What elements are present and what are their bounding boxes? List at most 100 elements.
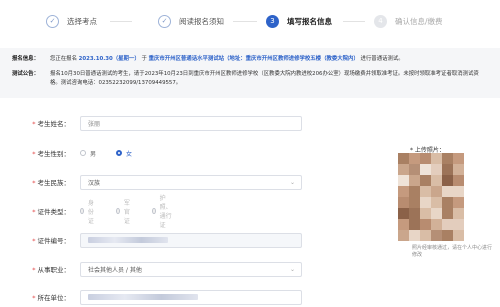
photo-mosaic-tile (453, 175, 464, 186)
photo-mosaic-tile (398, 230, 409, 241)
info-mid: 于 (139, 56, 149, 62)
idtype-label: * 证件类型： (32, 208, 70, 216)
photo-mosaic-tile (398, 186, 409, 197)
test-announcement: 测试公告： 报名10月30日普通话测试的考生，请于2023年10月23日到重庆市… (12, 70, 488, 90)
photo-mosaic-tile (409, 153, 420, 164)
photo-mosaic-tile (420, 153, 431, 164)
chevron-down-icon: ⌄ (289, 178, 295, 186)
step-divider (233, 21, 257, 22)
photo-mosaic-tile (398, 175, 409, 186)
gender-male-radio[interactable]: 男 (80, 149, 96, 158)
gender-female-radio[interactable]: 女 (116, 149, 132, 158)
step-label: 选择考点 (67, 16, 97, 26)
photo-mosaic-tile (453, 164, 464, 175)
info-text: 您正在报名 2023.10.30（星期一） 于 重庆市开州区普通话水平测试站（地… (50, 55, 488, 64)
ethnic-label: * 考生民族： (32, 179, 70, 187)
check-icon: ✓ (46, 14, 59, 28)
idnum-input[interactable] (80, 232, 302, 248)
info-key: 报名信息： (12, 56, 39, 62)
photo-mosaic-tile (442, 197, 453, 208)
photo-mosaic-tile (431, 197, 442, 208)
photo-mosaic-tile (398, 197, 409, 208)
photo-mosaic-tile (442, 164, 453, 175)
step-number: 4 (374, 14, 387, 28)
idtype-idcard-radio[interactable]: 身份证 (80, 198, 96, 225)
idnum-label: * 证件编号： (32, 237, 70, 245)
chevron-down-icon: ⌄ (289, 265, 295, 273)
name-input[interactable]: 张丽 (80, 115, 302, 131)
unit-label: * 所在单位： (32, 294, 70, 302)
photo-mosaic-tile (409, 208, 420, 219)
photo-mosaic-tile (420, 197, 431, 208)
photo-mosaic-tile (442, 186, 453, 197)
photo-mosaic-tile (453, 197, 464, 208)
idtype-passport-radio[interactable]: 护照、通行证 (152, 193, 174, 229)
photo-mosaic-tile (420, 230, 431, 241)
photo-mosaic-tile (431, 208, 442, 219)
photo-mosaic-tile (398, 208, 409, 219)
photo-mosaic-tile (398, 153, 409, 164)
uploaded-photo[interactable] (398, 153, 464, 241)
name-label: * 考生姓名： (32, 120, 70, 128)
info-pre: 您正在报名 (50, 56, 79, 62)
step-label: 确认信息/缴费 (395, 16, 443, 26)
redacted-value (88, 294, 198, 300)
photo-mosaic-tile (431, 186, 442, 197)
photo-mosaic-tile (431, 230, 442, 241)
notice-panel: 报名信息： 您正在报名 2023.10.30（星期一） 于 重庆市开州区普通话水… (0, 48, 500, 98)
test-site: 重庆市开州区普通话水平测试站（地址：重庆市开州区教师进修学校五楼（教委大院内） (148, 56, 359, 62)
idtype-radio-group: 身份证 军官证 护照、通行证 (80, 193, 194, 229)
photo-mosaic-tile (453, 230, 464, 241)
photo-mosaic-tile (453, 219, 464, 230)
job-label: * 从事职业： (32, 266, 70, 274)
photo-mosaic-tile (409, 164, 420, 175)
photo-mosaic-tile (453, 208, 464, 219)
step-divider (110, 21, 132, 22)
photo-mosaic-tile (409, 197, 420, 208)
announce-key: 测试公告： (12, 71, 39, 77)
registration-info: 报名信息： 您正在报名 2023.10.30（星期一） 于 重庆市开州区普通话水… (12, 55, 488, 64)
progress-steps: ✓ 选择考点 ✓ 阅读报名须知 3 填写报名信息 4 确认信息/缴费 (0, 0, 500, 40)
ethnic-select[interactable]: 汉族 ⌄ (80, 174, 302, 190)
photo-mosaic-tile (431, 164, 442, 175)
step-confirm-pay: 4 确认信息/缴费 (374, 12, 443, 30)
photo-mosaic-tile (409, 219, 420, 230)
photo-mosaic-tile (442, 230, 453, 241)
step-divider (343, 21, 365, 22)
photo-mosaic-tile (420, 186, 431, 197)
idtype-officer-radio[interactable]: 军官证 (116, 198, 132, 225)
photo-mosaic-tile (442, 153, 453, 164)
photo-mosaic-tile (442, 219, 453, 230)
photo-mosaic-tile (431, 153, 442, 164)
photo-mosaic-tile (420, 164, 431, 175)
step-label: 填写报名信息 (287, 16, 332, 26)
check-icon: ✓ (158, 14, 171, 28)
photo-mosaic-tile (409, 230, 420, 241)
photo-mosaic-tile (420, 219, 431, 230)
announce-text: 报名10月30日普通话测试的考生，请于2023年10月23日到重庆市开州区教师进… (50, 71, 479, 86)
photo-mosaic-tile (453, 186, 464, 197)
photo-mosaic-tile (431, 219, 442, 230)
test-date: 2023.10.30（星期一） (78, 56, 140, 62)
photo-mosaic-tile (409, 186, 420, 197)
info-post: 进行普通话测试。 (358, 56, 404, 62)
step-number: 3 (266, 14, 279, 28)
step-read-notice: ✓ 阅读报名须知 (158, 12, 224, 30)
step-fill-info: 3 填写报名信息 (266, 12, 332, 30)
photo-mosaic-tile (420, 175, 431, 186)
photo-mosaic-tile (409, 175, 420, 186)
gender-radio-group: 男 女 (80, 149, 152, 158)
photo-mosaic-tile (453, 153, 464, 164)
job-select[interactable]: 社会其他人员 / 其他 ⌄ (80, 261, 302, 277)
step-select-site: ✓ 选择考点 (46, 12, 97, 30)
unit-input[interactable] (80, 289, 302, 305)
photo-mosaic-tile (420, 208, 431, 219)
photo-mosaic-tile (431, 175, 442, 186)
step-label: 阅读报名须知 (179, 16, 224, 26)
photo-note: 照片经审核通过，请在个人中心进行修改 (412, 245, 493, 258)
photo-mosaic-tile (442, 175, 453, 186)
photo-mosaic-tile (442, 208, 453, 219)
redacted-value (88, 237, 168, 243)
photo-mosaic-tile (398, 219, 409, 230)
gender-label: * 考生性别： (32, 150, 70, 158)
